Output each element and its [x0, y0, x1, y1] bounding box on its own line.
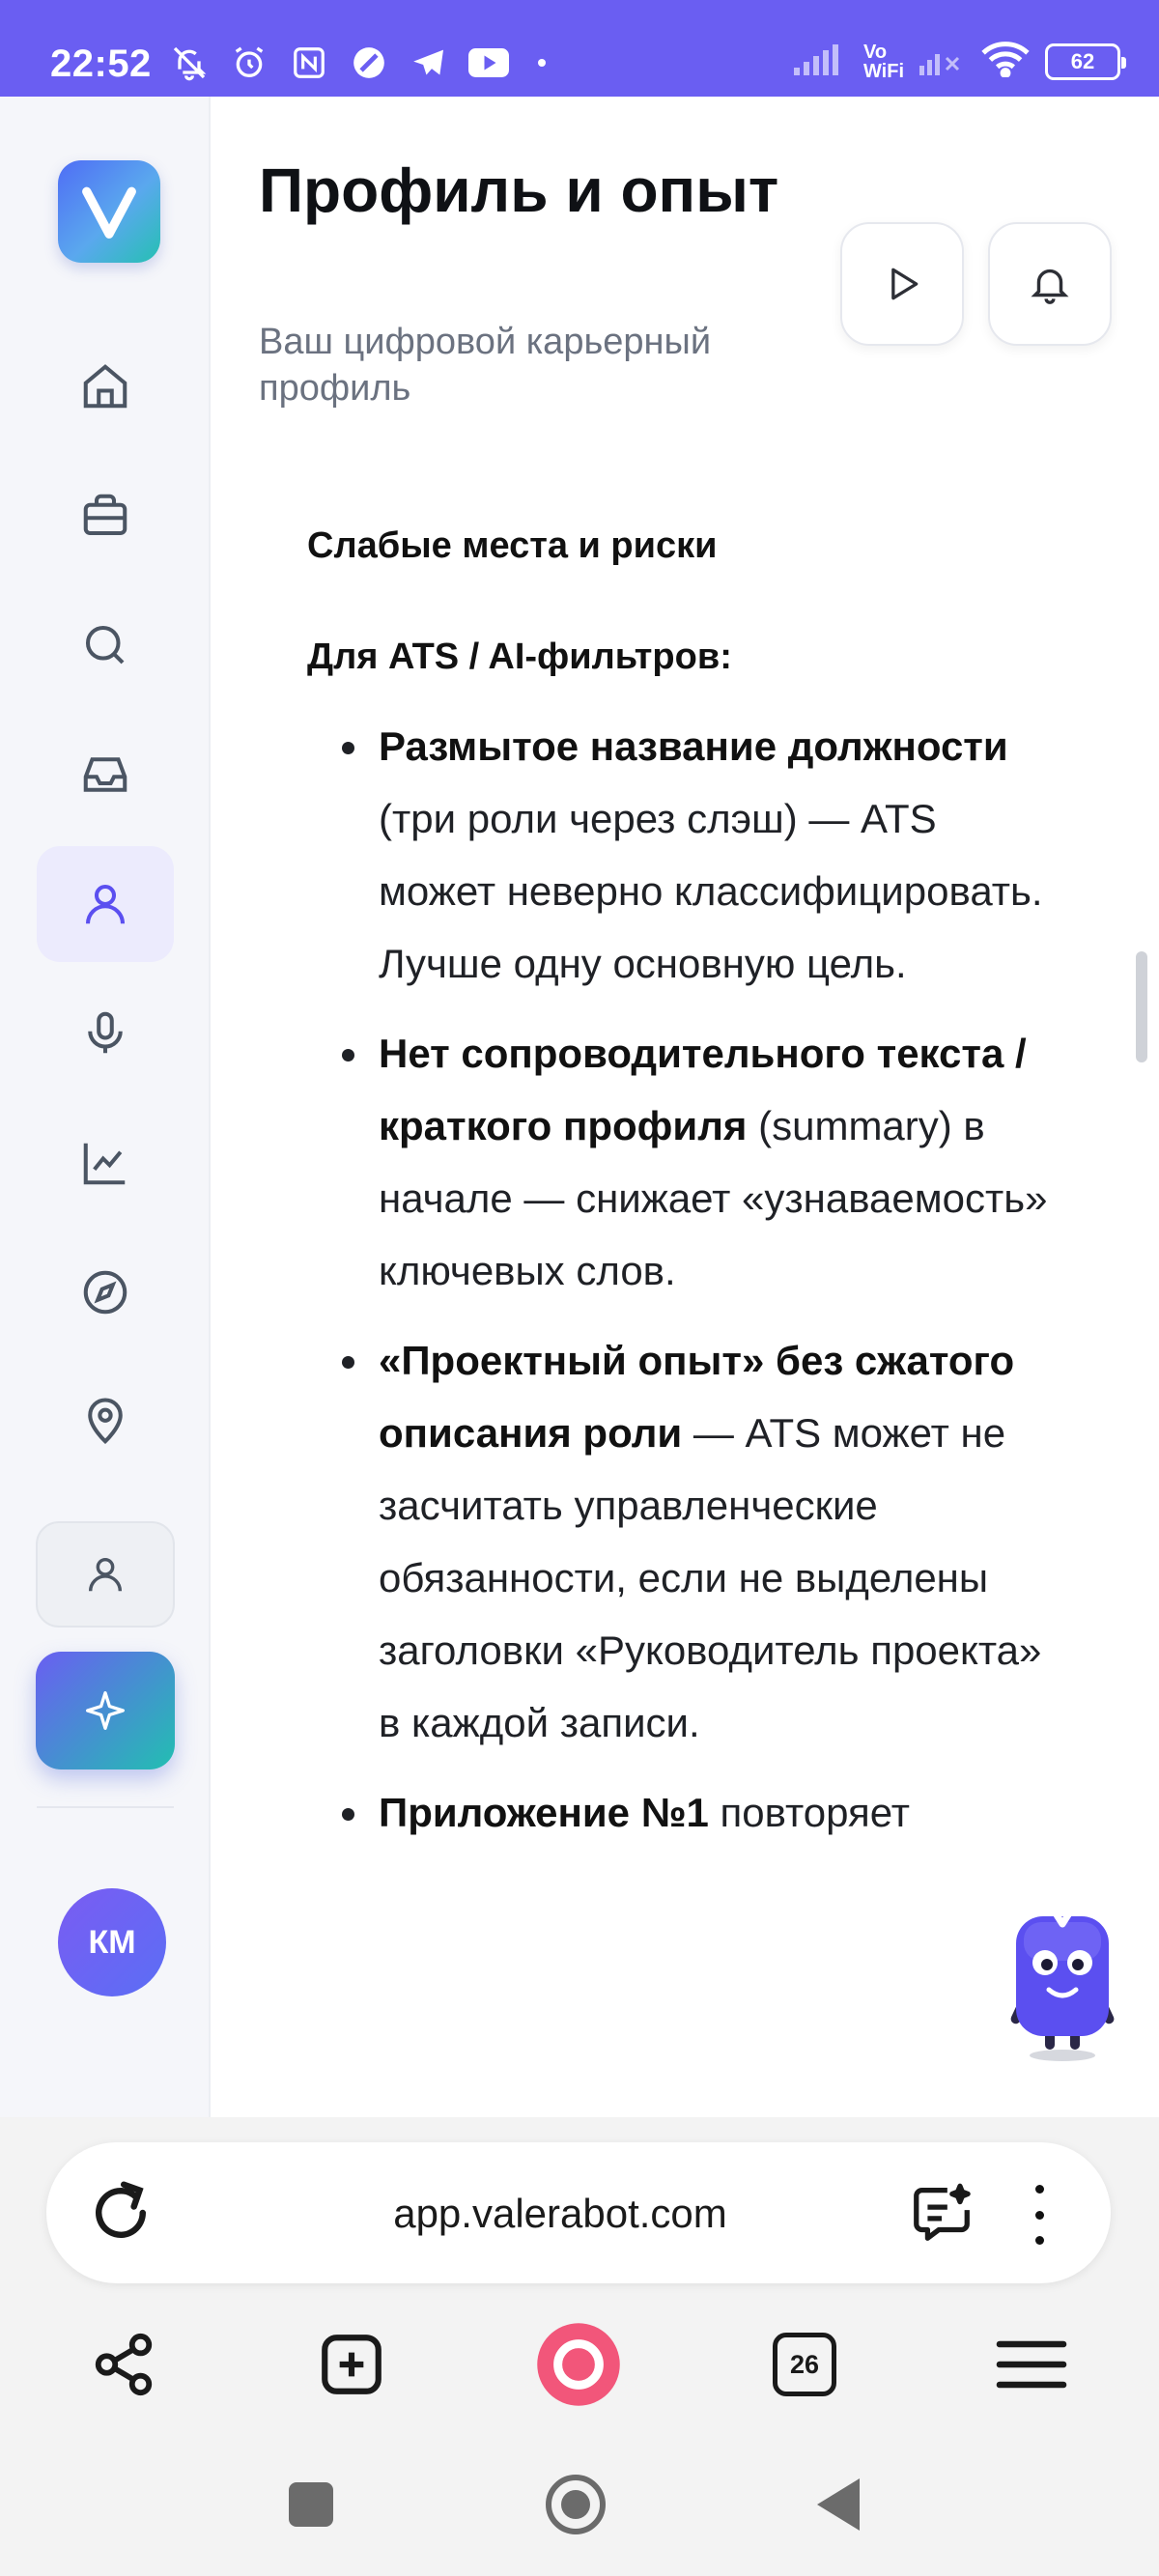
page-title: Профиль и опыт — [259, 156, 779, 225]
app-logo[interactable] — [58, 160, 160, 263]
sparkle-icon — [86, 1691, 125, 1730]
briefcase-icon — [83, 494, 127, 536]
more-menu-button[interactable] — [1022, 2181, 1057, 2249]
account-button[interactable] — [36, 1521, 175, 1628]
bullet-text: повторяет — [708, 1790, 910, 1835]
share-icon — [95, 2333, 153, 2396]
analysis-content: Слабые места и риски Для ATS / AI-фильтр… — [307, 517, 1060, 1866]
list-item: Размытое название должности (три роли че… — [342, 710, 1060, 1000]
user-icon — [85, 884, 126, 924]
bullet-text: (три роли через слэш) — ATS может неверн… — [379, 796, 1043, 986]
sidebar-item-interview[interactable] — [37, 976, 174, 1091]
home-dot — [561, 2490, 590, 2519]
dot — [1034, 2185, 1044, 2194]
list-item: «Проектный опыт» без сжатого описания ро… — [342, 1324, 1060, 1759]
sidebar-item-search[interactable] — [37, 587, 174, 703]
recent-apps-button[interactable] — [289, 2482, 333, 2527]
microphone-icon — [88, 1011, 123, 1054]
volte-label: Vo WiFi — [863, 42, 904, 81]
compass-icon — [83, 1270, 127, 1315]
url-text[interactable]: app.valerabot.com — [241, 2185, 879, 2243]
alarm-icon — [229, 42, 269, 83]
alice-assistant-button[interactable] — [535, 2321, 622, 2408]
dot — [1034, 2210, 1044, 2220]
wifi-icon — [981, 41, 1030, 82]
inbox-icon — [83, 757, 127, 792]
signal-icon — [793, 42, 848, 80]
search-icon — [85, 625, 125, 665]
bullet-bold: Приложение №1 — [379, 1790, 709, 1835]
plus-square-icon — [322, 2335, 382, 2394]
mascot-icon — [1010, 1899, 1115, 2061]
reload-button[interactable] — [83, 2175, 158, 2250]
volte-bottom: WiFi — [862, 60, 904, 82]
telegram-icon — [409, 42, 449, 83]
share-button[interactable] — [85, 2326, 162, 2403]
sidebar-item-location[interactable] — [37, 1364, 174, 1480]
sidebar-item-profile[interactable] — [37, 846, 174, 962]
status-time: 22:52 — [50, 42, 152, 85]
list-item: Нет сопроводительного текста / краткого … — [342, 1017, 1060, 1307]
play-button[interactable] — [840, 222, 964, 346]
youtube-icon — [468, 42, 509, 83]
app-icon — [349, 42, 389, 83]
location-pin-icon — [88, 1398, 123, 1445]
avatar[interactable]: КМ — [58, 1888, 166, 1996]
mute-icon — [169, 42, 210, 83]
sidebar-item-jobs[interactable] — [37, 458, 174, 574]
page-subtitle: Ваш цифровой карьерный профиль — [259, 322, 712, 409]
tabs-count: 26 — [773, 2333, 836, 2396]
home-button[interactable] — [546, 2475, 606, 2534]
sidebar — [0, 97, 211, 2117]
logo-v-icon — [82, 186, 136, 239]
section-title: Слабые места и риски — [307, 525, 718, 566]
hamburger-icon — [996, 2340, 1067, 2389]
subsection-title: Для ATS / AI-фильтров: — [307, 637, 732, 677]
list-item: Приложение №1 повторяет — [342, 1776, 1060, 1849]
bell-icon — [1031, 269, 1069, 304]
ai-assistant-button[interactable] — [36, 1652, 175, 1769]
bullet-bold: Размытое название должности — [379, 723, 1008, 769]
risk-list: Размытое название должности (три роли че… — [342, 710, 1060, 1849]
sidebar-item-analytics[interactable] — [37, 1105, 174, 1221]
sidebar-item-explore[interactable] — [37, 1234, 174, 1350]
mascot-assistant-button[interactable] — [995, 1893, 1130, 2062]
tabs-button[interactable]: 26 — [766, 2326, 843, 2403]
sidebar-divider — [37, 1806, 174, 1808]
alice-icon — [537, 2323, 620, 2406]
play-icon — [891, 268, 919, 300]
browser-menu-button[interactable] — [993, 2326, 1070, 2403]
reload-icon — [96, 2181, 146, 2238]
dot — [1034, 2236, 1044, 2245]
battery-level: 62 — [1070, 48, 1095, 73]
nfc-icon — [289, 42, 329, 83]
user-icon — [88, 1557, 123, 1592]
scrollbar-thumb[interactable] — [1136, 951, 1147, 1062]
new-tab-button[interactable] — [313, 2326, 390, 2403]
more-notifications-dot — [538, 59, 546, 67]
status-bar: 22:52 Vo WiFi 62 — [0, 0, 1159, 97]
page-summary-button[interactable] — [908, 2179, 975, 2247]
notifications-button[interactable] — [988, 222, 1112, 346]
battery-icon: 62 — [1045, 42, 1126, 80]
chat-sparkle-icon — [914, 2183, 971, 2241]
signal-icon-2 — [919, 42, 966, 80]
sidebar-item-inbox[interactable] — [37, 717, 174, 833]
bullet-text: — ATS может не засчитать управленческие … — [379, 1410, 1042, 1745]
chart-icon — [83, 1143, 126, 1185]
notification-icons — [169, 42, 546, 83]
volte-top: Vo — [862, 41, 888, 63]
back-button[interactable] — [817, 2478, 860, 2531]
sidebar-item-home[interactable] — [37, 328, 174, 444]
home-icon — [83, 364, 127, 409]
status-right: Vo WiFi 62 — [793, 41, 1126, 82]
